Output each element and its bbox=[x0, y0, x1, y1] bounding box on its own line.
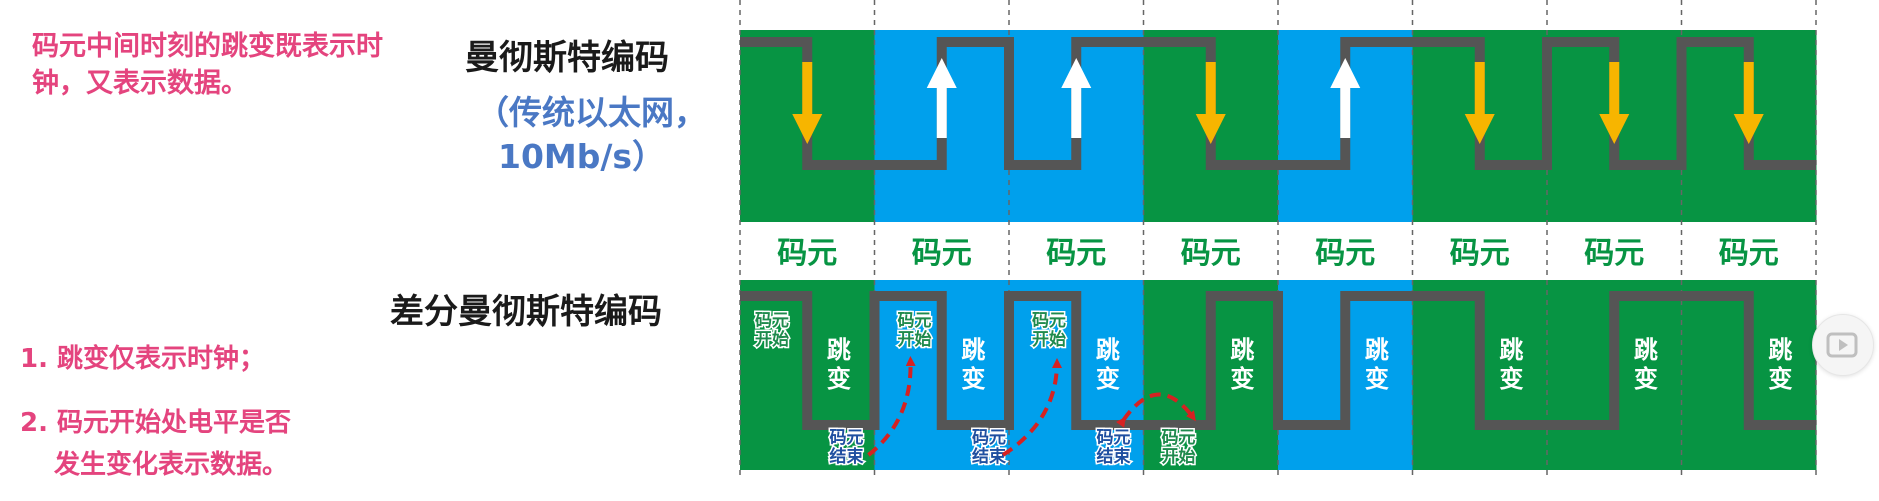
mid-transition-label: 变 bbox=[1096, 365, 1120, 393]
symbol-end-label: 码元 bbox=[830, 428, 864, 448]
mid-transition-label: 跳 bbox=[827, 336, 851, 364]
symbol-label: 码元 bbox=[1584, 236, 1644, 271]
symbol-label: 码元 bbox=[1046, 236, 1106, 271]
symbol-end-label: 结束 bbox=[830, 446, 864, 467]
mid-transition-label: 变 bbox=[961, 365, 985, 393]
symbol-label: 码元 bbox=[1450, 236, 1510, 271]
symbol-end-label: 码元 bbox=[1097, 428, 1131, 448]
symbol-label: 码元 bbox=[912, 236, 972, 271]
mid-transition-label: 跳 bbox=[961, 336, 985, 364]
symbol-start-label: 开始 bbox=[898, 329, 932, 350]
symbol-label: 码元 bbox=[1719, 236, 1779, 271]
mid-transition-label: 跳 bbox=[1768, 336, 1792, 364]
symbol-label: 码元 bbox=[777, 236, 837, 271]
symbol-start-label: 开始 bbox=[1162, 446, 1196, 467]
mid-transition-label: 变 bbox=[1634, 365, 1658, 393]
play-icon bbox=[1826, 332, 1858, 358]
symbol-start-label: 码元 bbox=[1032, 311, 1066, 331]
mid-transition-label: 跳 bbox=[1634, 336, 1658, 364]
symbol-end-label: 结束 bbox=[1097, 446, 1131, 467]
symbol-label: 码元 bbox=[1315, 236, 1375, 271]
symbol-start-label: 码元 bbox=[1162, 428, 1196, 448]
mid-transition-label: 跳 bbox=[1365, 336, 1389, 364]
mid-transition-label: 变 bbox=[1230, 365, 1254, 393]
mid-transition-label: 跳 bbox=[1499, 336, 1523, 364]
symbol-end-label: 码元 bbox=[972, 428, 1006, 448]
symbol-start-label: 开始 bbox=[1032, 329, 1066, 350]
mid-transition-label: 变 bbox=[1365, 365, 1389, 393]
mid-transition-label: 跳 bbox=[1230, 336, 1254, 364]
mid-transition-label: 变 bbox=[827, 365, 851, 393]
mid-transition-label: 变 bbox=[1499, 365, 1523, 393]
symbol-start-label: 开始 bbox=[755, 329, 789, 350]
mid-transition-label: 跳 bbox=[1096, 336, 1120, 364]
symbol-label: 码元 bbox=[1181, 236, 1241, 271]
symbol-start-label: 码元 bbox=[755, 311, 789, 331]
encoding-diagram: 码元 码元 码元 码元 码元 码元 码元 码元 跳变跳变跳变跳变跳变跳变跳变跳变码元开始码元开… bbox=[739, 0, 1817, 480]
symbol-end-label: 结束 bbox=[972, 446, 1006, 467]
mid-transition-label: 变 bbox=[1768, 365, 1792, 393]
play-button[interactable] bbox=[1812, 314, 1874, 376]
symbol-start-label: 码元 bbox=[898, 311, 932, 331]
